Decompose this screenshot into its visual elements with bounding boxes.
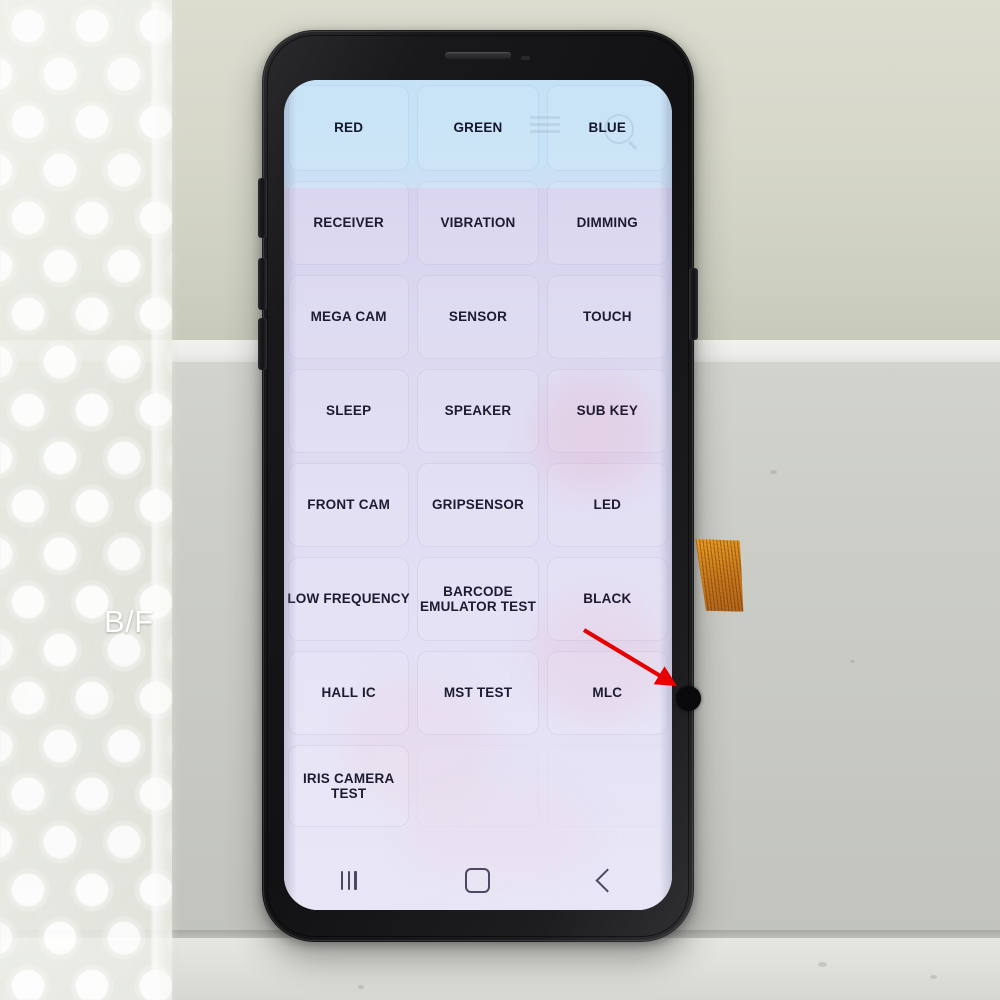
test-button-sub-key[interactable]: SUB KEY — [543, 364, 672, 458]
test-button-gripsensor[interactable]: GRIPSENSOR — [413, 458, 542, 552]
power-button[interactable] — [689, 268, 698, 340]
surface-smudge — [770, 470, 777, 474]
test-button-label: RED — [334, 120, 364, 136]
screen-defect-dot — [676, 686, 701, 711]
test-button-label: MLC — [592, 685, 623, 701]
test-button-front-cam[interactable]: FRONT CAM — [284, 458, 413, 552]
test-button-hall-ic[interactable]: HALL IC — [284, 646, 413, 740]
smartphone-device: RED GREEN BLUE RECEIVER VIBRATION DIMMING MEGA… — [258, 30, 701, 942]
test-button-label: IRIS CAMERA TEST — [302, 770, 395, 801]
test-button-label: LOW FREQUENCY — [287, 591, 410, 607]
bubble-wrap-sheen — [0, 0, 172, 1000]
test-button-label: BARCODE EMULATOR TEST — [419, 583, 537, 614]
test-button-label: SUB KEY — [576, 403, 639, 419]
test-button-mst-test[interactable]: MST TEST — [413, 646, 542, 740]
surface-smudge — [358, 985, 364, 989]
product-photo-scene: B/F RED GREEN BLUE RECEIVER VIBRATION DIMMING… — [0, 0, 1000, 1000]
test-button-dimming[interactable]: DIMMING — [543, 176, 672, 270]
nav-home-button[interactable] — [441, 859, 515, 901]
test-button-label: GREEN — [453, 120, 503, 136]
menu-bars-ghost-icon — [530, 116, 560, 134]
back-icon — [595, 867, 620, 893]
test-menu-row: MEGA CAM SENSOR TOUCH — [284, 270, 672, 364]
test-button-label: TOUCH — [582, 309, 632, 325]
test-button-sleep[interactable]: SLEEP — [284, 364, 413, 458]
test-menu-row: HALL IC MST TEST MLC — [284, 646, 672, 740]
test-button-led[interactable]: LED — [543, 458, 672, 552]
volume-up-button[interactable] — [258, 258, 267, 310]
test-button-label: LED — [593, 497, 622, 513]
flex-cable-pins — [695, 534, 748, 617]
test-menu-grid: RED GREEN BLUE RECEIVER VIBRATION DIMMING MEGA… — [284, 80, 672, 870]
surface-smudge — [930, 975, 937, 979]
recents-icon — [340, 870, 357, 890]
test-button-black[interactable]: BLACK — [543, 552, 672, 646]
test-button-green[interactable]: GREEN — [413, 80, 542, 176]
nav-back-button[interactable] — [570, 859, 644, 901]
flex-cable-connector — [695, 534, 748, 617]
test-menu-row: SLEEP SPEAKER SUB KEY — [284, 364, 672, 458]
test-button-mega-cam[interactable]: MEGA CAM — [284, 270, 413, 364]
test-button-speaker[interactable]: SPEAKER — [413, 364, 542, 458]
test-button-sensor[interactable]: SENSOR — [413, 270, 542, 364]
test-button-label: BLACK — [583, 591, 632, 607]
surface-smudge — [818, 962, 827, 967]
test-button-barcode-emulator-test[interactable]: BARCODE EMULATOR TEST — [413, 552, 542, 646]
test-menu-row: RECEIVER VIBRATION DIMMING — [284, 176, 672, 270]
test-button-surface — [546, 745, 668, 827]
bubble-wrap — [0, 0, 178, 1000]
test-button-surface — [417, 745, 539, 827]
test-button-label: HALL IC — [321, 685, 376, 701]
volume-down-button[interactable] — [258, 318, 267, 370]
test-menu-row: FRONT CAM GRIPSENSOR LED — [284, 458, 672, 552]
test-button-touch[interactable]: TOUCH — [543, 270, 672, 364]
test-button-label: SENSOR — [448, 309, 508, 325]
home-icon — [465, 867, 491, 893]
phone-screen: RED GREEN BLUE RECEIVER VIBRATION DIMMING MEGA… — [284, 80, 672, 910]
test-cell-empty — [413, 740, 542, 832]
surface-smudge — [850, 660, 855, 663]
nav-recents-button[interactable] — [312, 859, 386, 901]
test-button-iris-camera-test[interactable]: IRIS CAMERA TEST — [284, 740, 413, 832]
test-button-red[interactable]: RED — [284, 80, 413, 176]
earpiece-speaker-icon — [445, 52, 511, 59]
test-button-label: FRONT CAM — [307, 497, 391, 513]
test-button-label: SLEEP — [326, 403, 372, 419]
test-button-label: MEGA CAM — [310, 309, 387, 325]
test-button-label: MST TEST — [443, 685, 513, 701]
test-menu-row: IRIS CAMERA TEST — [284, 740, 672, 832]
android-navigation-bar — [284, 850, 672, 910]
test-button-mlc[interactable]: MLC — [543, 646, 672, 740]
test-cell-empty — [543, 740, 672, 832]
test-button-label: DIMMING — [576, 215, 639, 231]
test-button-label: GRIPSENSOR — [431, 497, 524, 513]
test-button-label: RECEIVER — [313, 215, 384, 231]
bixby-button[interactable] — [258, 178, 267, 238]
test-button-low-frequency[interactable]: LOW FREQUENCY — [284, 552, 413, 646]
test-button-label: SPEAKER — [444, 403, 512, 419]
test-button-receiver[interactable]: RECEIVER — [284, 176, 413, 270]
bubble-wrap-edge — [152, 0, 178, 1000]
bf-overlay-label: B/F — [104, 604, 154, 639]
front-sensor-icon — [521, 56, 531, 60]
test-menu-row: LOW FREQUENCY BARCODE EMULATOR TEST BLACK — [284, 552, 672, 646]
search-ghost-icon — [604, 114, 634, 144]
test-button-label: VIBRATION — [440, 215, 516, 231]
test-button-vibration[interactable]: VIBRATION — [413, 176, 542, 270]
